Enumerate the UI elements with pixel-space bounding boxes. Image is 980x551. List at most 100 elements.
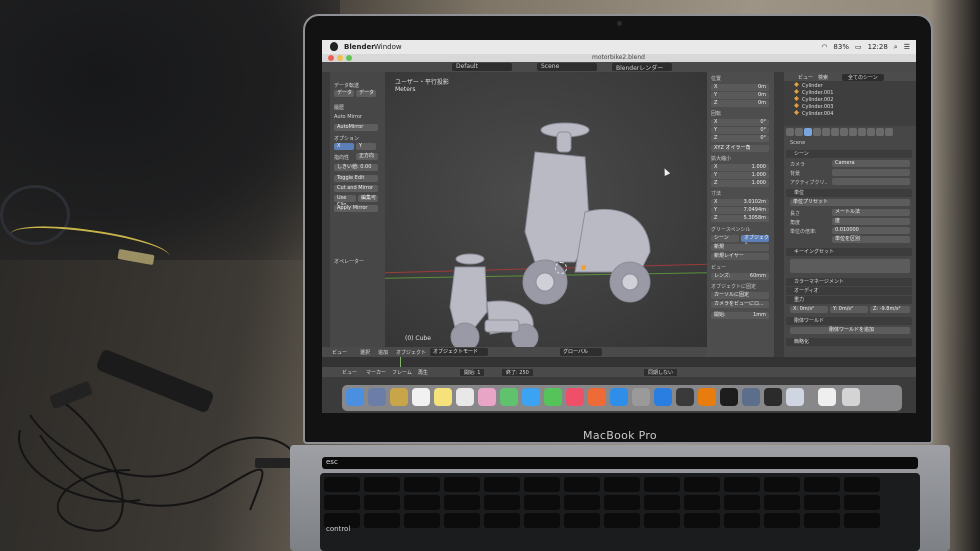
data-tab-icon[interactable] (849, 128, 857, 136)
messages-icon[interactable] (522, 388, 540, 406)
scooter-model[interactable] (425, 112, 655, 372)
sync-dropdown[interactable]: 同期しない (644, 369, 678, 376)
outliner-item[interactable]: Cylinder.004 (784, 110, 916, 117)
lock-cursor-checkbox[interactable]: カーソルに固定 (711, 292, 769, 299)
start-frame-field[interactable]: 開始: 1 (460, 369, 485, 376)
clock[interactable]: 12:28 (868, 43, 888, 52)
new-button[interactable]: 新規 (711, 244, 769, 251)
3d-viewport[interactable]: ユーザー・平行投影 Meters (0) Cube (385, 72, 707, 352)
touch-bar[interactable]: esc (322, 457, 918, 469)
control-key[interactable]: control (326, 525, 350, 533)
keying-sets-list[interactable] (790, 259, 910, 273)
dimension-x-field[interactable]: X 3.0102m (711, 199, 769, 206)
rigid-body-world-section[interactable]: 剛体ワールド (786, 317, 912, 325)
minimize-icon[interactable] (337, 55, 343, 61)
location-y-field[interactable]: Y 0m (711, 92, 769, 99)
length-dropdown[interactable]: メートル法 (832, 209, 910, 216)
end-frame-field[interactable]: 終了: 250 (502, 369, 533, 376)
use-clip-toggle[interactable]: Use Clip (334, 195, 356, 208)
toggle-edit-button[interactable]: Toggle Edit (334, 175, 378, 182)
angle-dropdown[interactable]: 度 (832, 218, 910, 225)
apple-icon[interactable] (330, 42, 338, 51)
axis-x-toggle[interactable]: X (334, 143, 354, 150)
physics-tab-icon[interactable] (885, 128, 893, 136)
calendar-icon[interactable] (412, 388, 430, 406)
scene-selector[interactable]: Scene (537, 63, 597, 71)
location-x-field[interactable]: X 0m (711, 84, 769, 91)
gravity-x-field[interactable]: X: 0m/s² (790, 306, 828, 313)
reminders-icon[interactable] (456, 388, 474, 406)
key-row[interactable] (324, 477, 916, 493)
outliner-view-menu[interactable]: ビュー (798, 74, 813, 81)
system-preferences-icon[interactable] (632, 388, 650, 406)
view-section-label[interactable]: ビュー (711, 264, 726, 271)
playhead[interactable] (400, 357, 401, 367)
unity-icon[interactable] (676, 388, 694, 406)
object-menu[interactable]: オブジェクト (396, 349, 426, 356)
menu-icon[interactable]: ☰ (904, 43, 910, 52)
rotation-mode-dropdown[interactable]: XYZ オイラー角 (711, 145, 769, 152)
notes-icon[interactable] (390, 388, 408, 406)
maximize-icon[interactable] (346, 55, 352, 61)
texture-tab-icon[interactable] (867, 128, 875, 136)
history-label[interactable]: 履歴 (334, 104, 344, 111)
facetime-icon[interactable] (544, 388, 562, 406)
lens-field[interactable]: レンズ: 60mm (711, 273, 769, 280)
unit-scale-field[interactable]: 0.010000 (832, 227, 910, 234)
epic-games-icon[interactable] (720, 388, 738, 406)
outliner-item[interactable]: Cylinder.002 (784, 96, 916, 103)
rotation-x-field[interactable]: X 0° (711, 119, 769, 126)
timeline-marker-menu[interactable]: マーカー (366, 369, 386, 376)
threshold-field[interactable]: しきい値: 0.00 (334, 164, 378, 171)
books-icon[interactable] (588, 388, 606, 406)
material-tab-icon[interactable] (858, 128, 866, 136)
add-rigid-body-world-button[interactable]: 剛体ワールドを追加 (790, 327, 910, 334)
grease-pencil-label[interactable]: グリースペンシル (711, 226, 750, 233)
location-z-field[interactable]: Z 0m (711, 100, 769, 107)
scale-x-field[interactable]: X 1.000 (711, 164, 769, 171)
gravity-z-field[interactable]: Z: -9.8m/s² (870, 306, 910, 313)
camera-field[interactable]: Camera (832, 160, 910, 167)
app-store-icon[interactable] (610, 388, 628, 406)
select-menu[interactable]: 選択 (360, 349, 370, 356)
constraints-tab-icon[interactable] (831, 128, 839, 136)
photos-icon[interactable] (478, 388, 496, 406)
esc-key[interactable]: esc (326, 458, 338, 466)
grease-object-button[interactable]: オブジェクト (741, 235, 769, 248)
apply-mirror-button[interactable]: Apply Mirror (334, 205, 378, 212)
launchpad-icon[interactable] (368, 388, 386, 406)
timeline-playback-menu[interactable]: 再生 (418, 369, 428, 376)
cut-and-mirror-button[interactable]: Cut and Mirror (334, 185, 378, 192)
rotation-y-field[interactable]: Y 0° (711, 127, 769, 134)
outliner-item[interactable]: Cylinder.001 (784, 89, 916, 96)
timeline-view-menu[interactable]: ビュー (342, 369, 357, 376)
trash-icon[interactable] (842, 388, 860, 406)
layout-selector[interactable]: Default (452, 63, 512, 71)
document-icon[interactable] (818, 388, 836, 406)
gravity-y-field[interactable]: Y: 0m/s² (830, 306, 868, 313)
dimension-y-field[interactable]: Y 7.0494m (711, 207, 769, 214)
wifi-icon[interactable]: ◠ (821, 43, 827, 52)
auto-mirror-button[interactable]: AutoMirror (334, 124, 378, 131)
render-engine-selector[interactable]: Blenderレンダー (612, 63, 672, 72)
world-tab-icon[interactable] (813, 128, 821, 136)
orientation-dropdown[interactable]: グローバル (560, 348, 602, 356)
outliner-search-menu[interactable]: 検索 (818, 74, 828, 81)
view-menu[interactable]: ビュー (332, 349, 347, 356)
key-row[interactable] (324, 513, 916, 529)
layers-tab-icon[interactable] (795, 128, 803, 136)
close-icon[interactable] (328, 55, 334, 61)
render-tab-icon[interactable] (786, 128, 794, 136)
unit-preset-dropdown[interactable]: 単位プリセット (790, 199, 910, 206)
scene-tab-icon[interactable] (804, 128, 812, 136)
scene-section[interactable]: シーン (786, 150, 912, 158)
key-row[interactable] (324, 495, 916, 511)
audio-section[interactable]: オーディオ (786, 287, 912, 295)
outliner-item[interactable]: Cylinder (784, 82, 916, 89)
unity-hub-icon[interactable] (764, 388, 782, 406)
3d-cursor[interactable] (555, 262, 567, 274)
maps-icon[interactable] (500, 388, 518, 406)
operator-panel-label[interactable]: オペレーター (334, 258, 364, 265)
particles-tab-icon[interactable] (876, 128, 884, 136)
music-icon[interactable] (566, 388, 584, 406)
